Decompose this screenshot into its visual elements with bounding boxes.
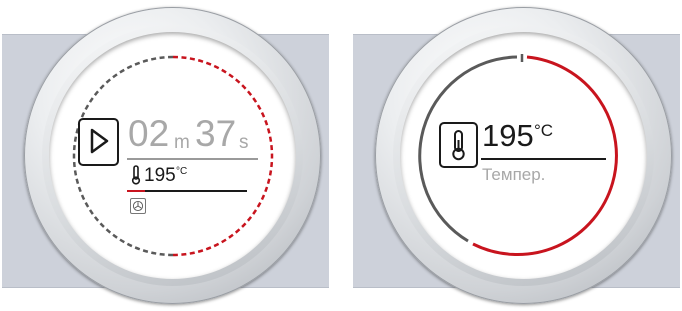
dial-display (400, 32, 647, 279)
fan-mode-button[interactable] (130, 198, 146, 214)
temperature-divider (481, 158, 606, 160)
timer-divider (127, 158, 258, 160)
timer-seconds-unit: s (239, 132, 249, 153)
temperature-screen: 195 °C Темпер. (353, 0, 680, 311)
thermometer-icon (452, 130, 465, 161)
temperature-progress-fill (127, 190, 145, 192)
timer-minutes: 02 (128, 113, 170, 154)
thermometer-icon (131, 165, 141, 185)
temperature-label: Темпер. (482, 165, 546, 184)
temperature-value: 195 (144, 165, 176, 186)
temperature-value: 195 (482, 118, 534, 153)
temperature-progress-track (127, 190, 247, 192)
start-button[interactable] (78, 118, 119, 166)
timer-minutes-unit: m (174, 132, 190, 153)
fan-mode-icon (132, 200, 144, 212)
temperature-setting-button[interactable] (439, 122, 478, 168)
timer-screen: 02 m 37 s 195 °C (2, 0, 329, 311)
play-icon (90, 128, 109, 154)
temperature-unit: °C (534, 121, 554, 140)
timer-seconds: 37 (195, 113, 237, 154)
temperature-unit: °C (176, 166, 188, 177)
